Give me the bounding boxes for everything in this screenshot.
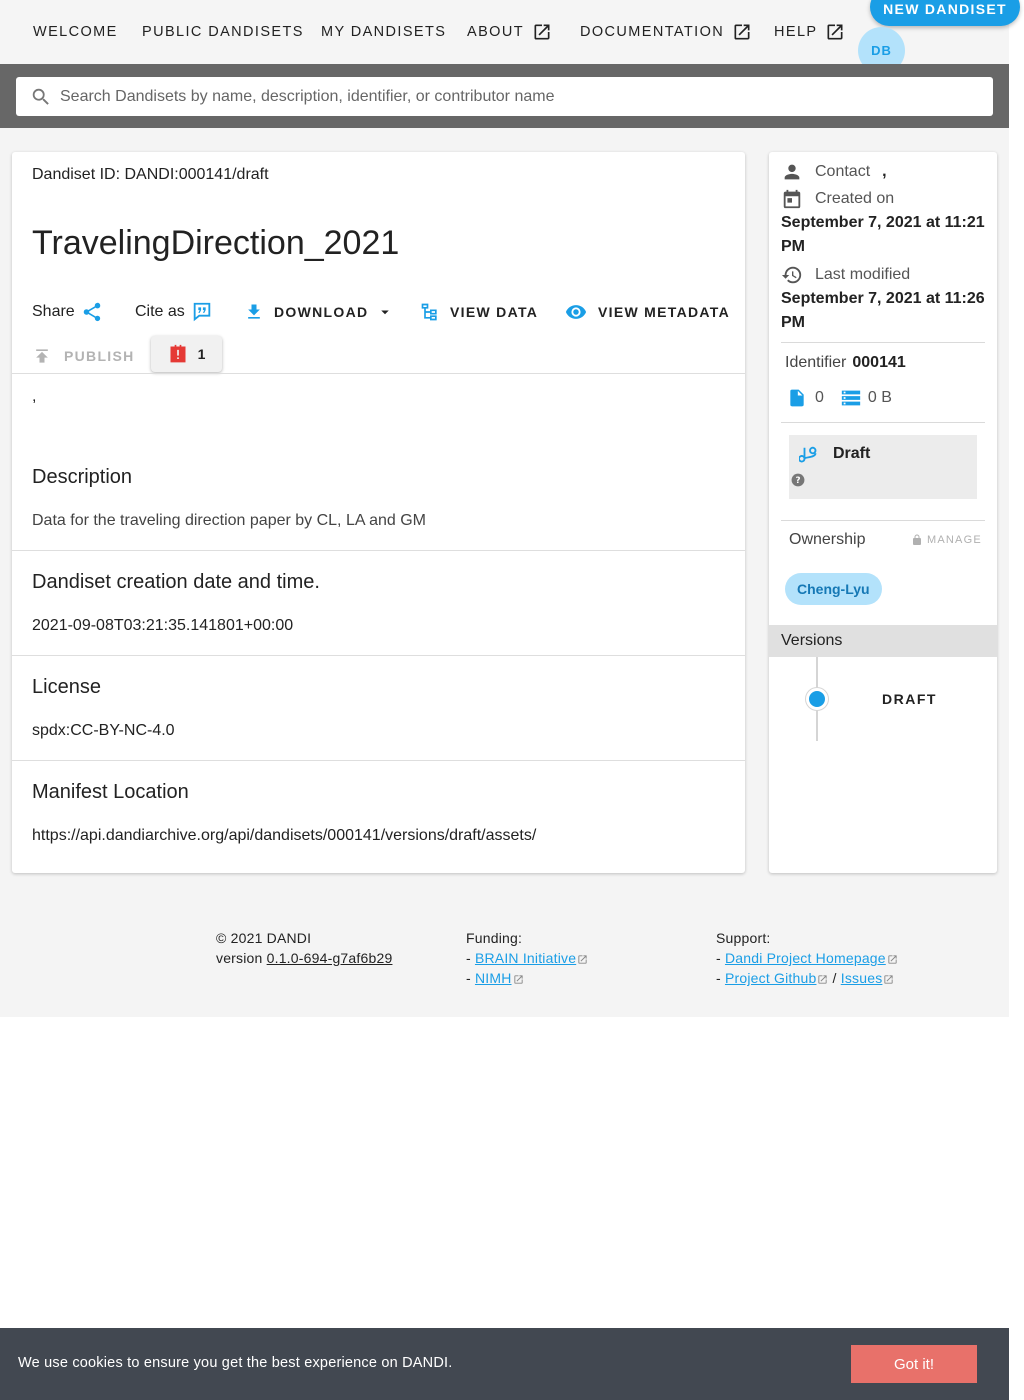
footer-funding: Funding: - BRAIN Initiative - NIMH xyxy=(466,928,588,988)
nav-help[interactable]: HELP xyxy=(774,0,845,64)
contributors-line: , xyxy=(32,388,37,405)
external-link-icon xyxy=(888,955,897,964)
cookie-accept-button[interactable]: Got it! xyxy=(851,1345,977,1383)
external-link-icon xyxy=(884,975,894,984)
section-title-creation-date: Dandiset creation date and time. xyxy=(32,571,320,593)
action-bar: Share Cite as DOWNLOAD VIEW DATA VIEW ME… xyxy=(32,298,732,326)
version-timeline-dot xyxy=(806,688,828,710)
external-link-icon xyxy=(513,975,523,984)
history-icon xyxy=(781,266,802,284)
section-body-description: Data for the traveling direction paper b… xyxy=(32,512,426,529)
section-title-license: License xyxy=(32,676,101,698)
lock-icon xyxy=(913,534,921,545)
cite-button[interactable]: Cite as xyxy=(135,298,213,326)
eye-icon xyxy=(565,305,587,319)
section-body-manifest: https://api.dandiarchive.org/api/dandise… xyxy=(32,827,537,844)
download-button[interactable]: DOWNLOAD xyxy=(244,298,394,326)
project-github-link[interactable]: Project Github xyxy=(725,970,817,986)
cookie-message: We use cookies to ensure you get the bes… xyxy=(18,1355,453,1371)
open-in-new-icon xyxy=(734,24,750,40)
divider xyxy=(781,342,985,343)
main-content: Dandiset ID: DANDI:000141/draft Travelin… xyxy=(0,128,1009,1017)
dandiset-id: Dandiset ID: DANDI:000141/draft xyxy=(32,166,269,183)
nav-welcome[interactable]: WELCOME xyxy=(33,0,118,64)
total-size: 0 B xyxy=(867,389,892,406)
divider xyxy=(781,422,985,423)
ownership-label: Ownership xyxy=(789,531,866,548)
section-body-license: spdx:CC-BY-NC-4.0 xyxy=(32,722,175,739)
external-link-icon xyxy=(818,975,828,984)
storage-icon xyxy=(841,390,861,406)
nav-documentation[interactable]: DOCUMENTATION xyxy=(580,0,752,64)
divider xyxy=(781,520,985,521)
file-icon xyxy=(790,389,804,407)
new-dandiset-button[interactable]: NEW DANDISET xyxy=(870,0,1020,26)
download-icon xyxy=(248,304,260,319)
external-link-icon xyxy=(578,955,587,964)
caret-down-icon xyxy=(381,310,390,315)
view-data-icon xyxy=(421,303,437,321)
section-body-creation-date: 2021-09-08T03:21:35.141801+00:00 xyxy=(32,617,294,634)
divider xyxy=(12,760,745,761)
branch-icon xyxy=(799,446,817,463)
owner-chip[interactable]: Cheng-Lyu xyxy=(785,573,882,605)
search-box xyxy=(16,77,993,116)
share-icon xyxy=(83,302,100,322)
dandiset-card: Dandiset ID: DANDI:000141/draft Travelin… xyxy=(12,152,745,873)
view-metadata-button[interactable]: VIEW METADATA xyxy=(564,298,730,326)
help-icon[interactable]: ? xyxy=(791,473,805,487)
share-button[interactable]: Share xyxy=(32,298,103,326)
created-value: September 7, 2021 at 11:21 PM xyxy=(781,214,985,255)
nav-about[interactable]: ABOUT xyxy=(467,0,552,64)
validation-issues-button[interactable]: 1 xyxy=(151,336,222,372)
view-data-button[interactable]: VIEW DATA xyxy=(420,298,538,326)
version-status-box: Draft ? xyxy=(789,435,977,499)
divider xyxy=(12,550,745,551)
dandiset-title: TravelingDirection_2021 xyxy=(32,224,400,262)
dandiset-side-panel: Contact , Created on September 7, 2021 a… xyxy=(769,152,997,873)
section-title-description: Description xyxy=(32,466,133,488)
issues-link[interactable]: Issues xyxy=(841,970,883,986)
file-count: 0 xyxy=(815,389,824,406)
search-band xyxy=(0,64,1009,128)
top-navbar: WELCOME PUBLIC DANDISETS MY DANDISETS AB… xyxy=(0,0,1020,74)
file-stats: 0 0 B xyxy=(787,387,892,409)
nav-public-dandisets[interactable]: PUBLIC DANDISETS xyxy=(142,0,304,64)
version-status: Draft xyxy=(833,445,871,462)
alert-icon xyxy=(170,344,186,363)
divider xyxy=(12,655,745,656)
contact-row: Contact , xyxy=(781,161,887,183)
search-icon xyxy=(32,88,49,105)
divider xyxy=(12,373,745,374)
versions-header: Versions xyxy=(769,625,997,657)
cite-icon xyxy=(193,302,211,322)
publish-icon xyxy=(36,349,48,363)
calendar-icon xyxy=(783,189,801,209)
dandi-homepage-link[interactable]: Dandi Project Homepage xyxy=(725,950,886,966)
nav-my-dandisets[interactable]: MY DANDISETS xyxy=(321,0,446,64)
version-draft-button[interactable]: DRAFT xyxy=(882,691,937,707)
search-input[interactable] xyxy=(60,87,960,106)
created-row: Created on xyxy=(781,188,894,210)
cookie-banner: We use cookies to ensure you get the bes… xyxy=(0,1328,1009,1400)
identifier-row: Identifier 000141 xyxy=(785,354,906,371)
person-icon xyxy=(784,164,800,180)
version-link[interactable]: 0.1.0-694-g7af6b29 xyxy=(267,950,393,966)
open-in-new-icon xyxy=(534,24,550,40)
modified-value: September 7, 2021 at 11:26 PM xyxy=(781,290,985,331)
footer-support: Support: - Dandi Project Homepage - Proj… xyxy=(716,928,898,988)
modified-row: Last modified xyxy=(781,264,910,286)
svg-text:?: ? xyxy=(795,476,800,486)
section-title-manifest: Manifest Location xyxy=(32,781,189,803)
publish-button[interactable]: PUBLISH xyxy=(32,342,135,370)
open-in-new-icon xyxy=(827,24,843,40)
scrollbar-track[interactable] xyxy=(1009,0,1024,1400)
nimh-link[interactable]: NIMH xyxy=(475,970,512,986)
footer-about: © 2021 DANDI version 0.1.0-694-g7af6b29 xyxy=(216,930,393,966)
manage-owners-button[interactable]: MANAGE xyxy=(911,534,982,546)
brain-initiative-link[interactable]: BRAIN Initiative xyxy=(475,950,576,966)
